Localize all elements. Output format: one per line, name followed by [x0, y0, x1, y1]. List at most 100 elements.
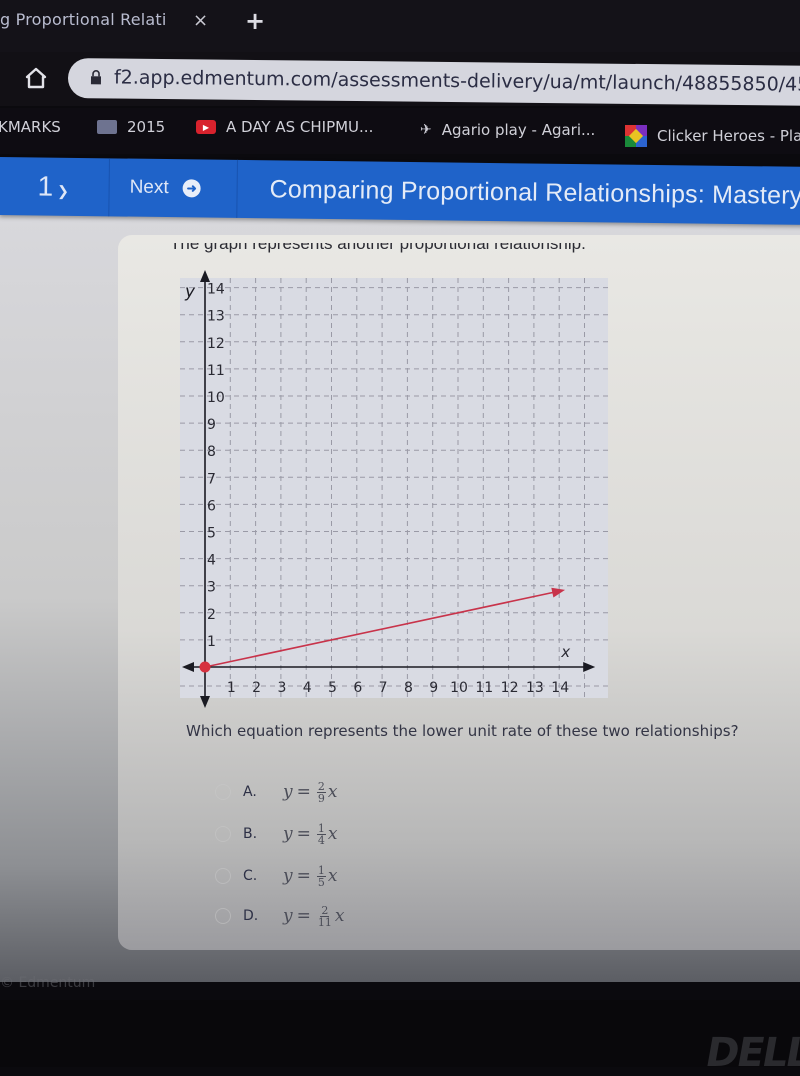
folder-icon [97, 120, 117, 134]
monitor-brand-logo: DELL [702, 1030, 800, 1076]
url-text[interactable]: f2.app.edmentum.com/assessments-delivery… [114, 66, 800, 96]
chevron-down-icon: ❯ [57, 182, 70, 199]
denominator: 5 [317, 875, 325, 889]
equation-variable: x [334, 906, 345, 926]
home-icon[interactable] [24, 66, 48, 90]
lesson-title: Comparing Proportional Relationships: Ma… [237, 160, 800, 225]
bookmarks-label[interactable]: KMARKS [0, 118, 61, 136]
y-tick-label: 5 [207, 526, 216, 542]
choice-d[interactable]: D. y = 2 11 x [215, 899, 435, 933]
y-axis-label: y [184, 282, 196, 302]
equals-sign: = [296, 782, 311, 802]
y-tick-label: 4 [207, 553, 216, 569]
radio-button[interactable] [215, 826, 231, 842]
equals-sign: = [296, 866, 311, 886]
y-tick-label: 7 [207, 471, 216, 487]
bookmark-chipmunk[interactable]: ▶ A DAY AS CHIPMU... [196, 118, 373, 136]
x-tick-label: 8 [404, 680, 413, 696]
address-bar[interactable]: f2.app.edmentum.com/assessments-delivery… [67, 58, 800, 106]
bookmarks-bar: KMARKS 2015 ▶ A DAY AS CHIPMU... ✈ Agario … [0, 108, 800, 154]
bookmark-2015[interactable]: 2015 [97, 118, 165, 136]
equals-sign: = [296, 824, 311, 844]
x-tick-label: 3 [277, 680, 286, 696]
x-axis-label: x [560, 643, 570, 661]
equation-lhs: y [283, 782, 293, 802]
youtube-icon: ▶ [196, 120, 216, 134]
equation-variable: x [327, 824, 338, 844]
bookmark-label: A DAY AS CHIPMU... [226, 118, 374, 136]
choice-c[interactable]: C. y = 15 x [215, 859, 435, 893]
y-tick-label: 14 [207, 282, 225, 298]
x-tick-label: 11 [475, 680, 493, 696]
browser-tab-title[interactable]: g Proportional Relati [0, 10, 167, 29]
assessment-header: 1 ❯ Next ➜ Comparing Proportional Relati… [0, 157, 800, 226]
radio-button[interactable] [215, 868, 231, 884]
equals-sign: = [296, 906, 311, 926]
bookmark-label: KMARKS [0, 118, 61, 136]
fraction: 29 [316, 779, 326, 805]
graph-svg: 1 2 3 4 5 6 7 8 9 10 11 12 13 141234567891011121314xy [180, 270, 608, 708]
choice-letter: B. [243, 826, 258, 842]
next-label: Next [129, 176, 169, 199]
numerator: 1 [316, 863, 326, 877]
equation: y = 29 x [283, 781, 337, 804]
numerator: 2 [316, 779, 326, 793]
equation: y = 14 x [283, 823, 337, 846]
question-text: Which equation represents the lower unit… [186, 722, 739, 740]
y-tick-label: 6 [207, 498, 216, 514]
denominator: 4 [317, 833, 325, 847]
close-tab-icon[interactable]: × [193, 10, 208, 31]
choice-b[interactable]: B. y = 14 x [215, 817, 435, 851]
y-tick-label: 9 [207, 417, 216, 433]
fraction: 2 11 [317, 905, 333, 928]
fraction: 15 [316, 863, 326, 889]
y-tick-label: 3 [207, 580, 216, 596]
plot-background [180, 278, 608, 698]
equation-lhs: y [283, 906, 293, 926]
bookmark-label: Agario play - Agari... [441, 121, 596, 139]
equation-variable: x [327, 782, 338, 802]
browser-tab-bar: g Proportional Relati × + [0, 0, 800, 52]
monitor-bezel [0, 1000, 800, 1067]
y-tick-label: 10 [207, 390, 225, 406]
new-tab-icon[interactable]: + [245, 7, 265, 35]
y-tick-label: 13 [207, 309, 225, 325]
equation-lhs: y [283, 866, 293, 886]
bookmark-label: 2015 [127, 118, 166, 136]
x-tick-label: 4 [303, 680, 312, 696]
radio-button[interactable] [215, 784, 231, 800]
clicker-heroes-icon [625, 125, 647, 147]
lock-icon [90, 70, 102, 85]
y-tick-label: 11 [207, 363, 225, 379]
choice-letter: A. [243, 784, 257, 800]
rocket-icon: ✈ [420, 122, 432, 138]
choice-a[interactable]: A. y = 29 x [215, 775, 435, 809]
denominator: 11 [317, 915, 332, 929]
lesson-title-text: Comparing Proportional Relationships: Ma… [269, 174, 800, 210]
choice-letter: C. [243, 868, 258, 884]
next-button[interactable]: Next ➜ [109, 158, 238, 218]
x-tick-label: 6 [353, 680, 362, 696]
bookmark-clicker-heroes[interactable]: Clicker Heroes - Pla... [625, 125, 800, 147]
numerator: 2 [320, 903, 330, 917]
x-tick-label: 2 [252, 680, 261, 696]
y-axis-arrow-down [200, 696, 210, 708]
footer-copyright: © Edmentum [0, 975, 96, 991]
equation: y = 2 11 x [283, 905, 344, 928]
y-tick-label: 2 [207, 607, 216, 623]
y-tick-label: 12 [207, 336, 225, 352]
bookmark-agario[interactable]: ✈ Agario play - Agari... [420, 121, 595, 139]
radio-button[interactable] [215, 908, 231, 924]
bookmark-label: Clicker Heroes - Pla... [657, 127, 800, 145]
x-tick-label: 5 [328, 680, 337, 696]
x-tick-label: 12 [501, 680, 519, 696]
denominator: 9 [317, 791, 325, 805]
y-axis-arrow-up [200, 270, 210, 282]
equation: y = 15 x [283, 865, 337, 888]
x-tick-label: 7 [379, 680, 388, 696]
fraction: 14 [316, 823, 326, 847]
y-tick-label: 8 [207, 444, 216, 460]
x-tick-label: 13 [526, 680, 544, 696]
arrow-right-circle-icon: ➜ [182, 179, 201, 198]
question-selector[interactable]: 1 ❯ [0, 157, 110, 217]
